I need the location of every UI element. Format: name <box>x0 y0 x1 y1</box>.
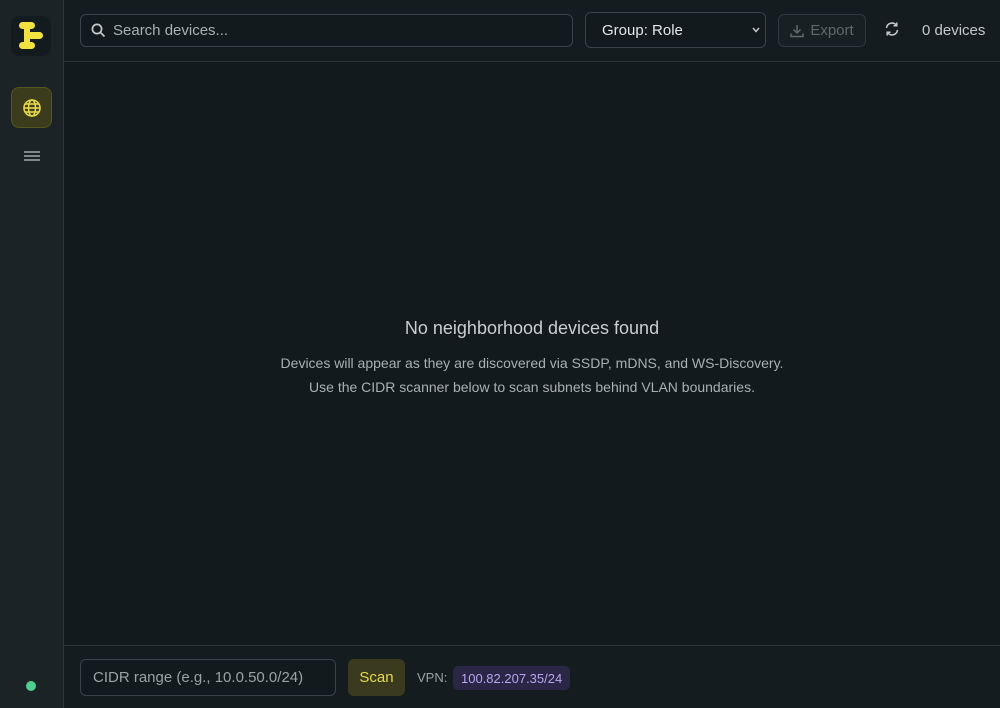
toolbar: Group: Role Export 0 devices <box>64 0 1000 62</box>
vpn-address-badge: 100.82.207.35/24 <box>453 666 571 690</box>
empty-state: No neighborhood devices found Devices wi… <box>64 318 1000 399</box>
refresh-button[interactable] <box>884 21 904 41</box>
download-icon <box>790 24 805 37</box>
globe-icon <box>22 98 41 117</box>
export-label: Export <box>810 22 854 39</box>
cidr-scanner-bar: Scan VPN: 100.82.207.35/24 <box>64 645 1000 708</box>
connection-status-dot <box>26 681 36 691</box>
group-by-label: Group: Role <box>602 21 683 39</box>
stacked-pills-logo-icon <box>19 22 43 49</box>
empty-state-line-1: Devices will appear as they are discover… <box>280 355 784 371</box>
empty-state-title: No neighborhood devices found <box>404 318 660 338</box>
refresh-icon <box>885 22 899 36</box>
search-input[interactable] <box>113 15 563 46</box>
app-logo[interactable] <box>11 16 51 56</box>
search-box <box>80 14 573 47</box>
search-icon <box>91 23 106 38</box>
app-root: Group: Role Export 0 devices No ne <box>0 0 1000 708</box>
device-count: 0 devices <box>922 22 986 39</box>
list-icon <box>23 150 40 161</box>
chevron-down-icon <box>752 27 760 33</box>
sidebar <box>0 0 64 708</box>
export-button[interactable]: Export <box>778 14 866 47</box>
sidebar-item-list[interactable] <box>11 135 52 176</box>
scan-button[interactable]: Scan <box>348 659 405 696</box>
cidr-range-input[interactable] <box>80 659 336 696</box>
group-by-select[interactable]: Group: Role <box>585 12 766 48</box>
vpn-label: VPN: <box>417 670 448 685</box>
empty-state-line-2: Use the CIDR scanner below to scan subne… <box>309 379 755 395</box>
sidebar-item-globe[interactable] <box>11 87 52 128</box>
